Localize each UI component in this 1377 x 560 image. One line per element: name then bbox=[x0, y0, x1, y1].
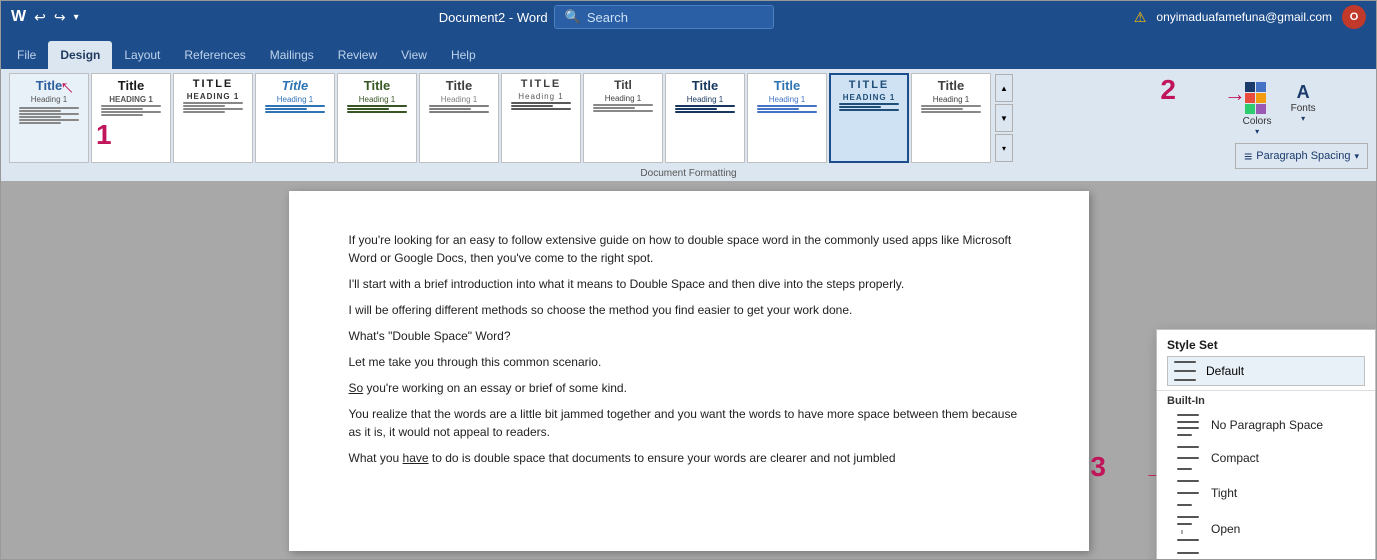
user-avatar: O bbox=[1342, 5, 1366, 29]
style-item-2[interactable]: TITLE HEADING 1 bbox=[173, 73, 253, 163]
color-swatch-4 bbox=[1256, 93, 1266, 103]
para-item-relaxed[interactable]: Relaxed bbox=[1167, 547, 1365, 560]
open-icon bbox=[1177, 516, 1201, 542]
ribbon-extras: Colors ▾ A Fonts ▾ ≡ Paragraph Spacing ▾ bbox=[1235, 73, 1368, 169]
fonts-button[interactable]: A Fonts ▾ bbox=[1281, 77, 1325, 137]
warning-icon: ⚠ bbox=[1134, 9, 1147, 26]
style-gallery: Title Heading 1 Title HEADING 1 TITLE HE… bbox=[9, 73, 1231, 163]
title-bar-left: W ↩ ↪ ▾ bbox=[11, 8, 79, 26]
style-item-3[interactable]: Title Heading 1 bbox=[255, 73, 335, 163]
main-area: If you're looking for an easy to follow … bbox=[1, 181, 1376, 560]
gallery-scroll-down[interactable]: ▼ bbox=[995, 104, 1013, 132]
colors-fonts-row: Colors ▾ A Fonts ▾ bbox=[1235, 77, 1325, 137]
doc-para-4: Let me take you through this common scen… bbox=[349, 353, 1029, 371]
color-swatch-2 bbox=[1256, 82, 1266, 92]
tab-help[interactable]: Help bbox=[439, 41, 488, 69]
para-spacing-icon: ≡ bbox=[1244, 148, 1252, 164]
tab-design[interactable]: Design bbox=[48, 41, 112, 69]
quick-access-redo[interactable]: ↪ bbox=[54, 9, 66, 26]
style-item-7[interactable]: Titl Heading 1 bbox=[583, 73, 663, 163]
style-set-label: Style Set bbox=[1167, 338, 1365, 352]
tab-file[interactable]: File bbox=[5, 41, 48, 69]
word-icon: W bbox=[11, 8, 26, 26]
search-icon: 🔍 bbox=[565, 9, 581, 25]
tab-review[interactable]: Review bbox=[326, 41, 389, 69]
style-item-9[interactable]: Title Heading 1 bbox=[747, 73, 827, 163]
colors-chevron: ▾ bbox=[1255, 127, 1259, 136]
compact-label: Compact bbox=[1211, 451, 1259, 465]
annotation-badge-3: 3 bbox=[1090, 451, 1106, 483]
search-placeholder: Search bbox=[587, 10, 628, 25]
gallery-expand[interactable]: ▾ bbox=[995, 134, 1013, 162]
color-swatch-6 bbox=[1256, 104, 1266, 114]
para-item-tight[interactable]: Tight bbox=[1167, 475, 1365, 511]
style-item-6[interactable]: TITLE Heading 1 bbox=[501, 73, 581, 163]
style-item-1[interactable]: Title HEADING 1 bbox=[91, 73, 171, 163]
doc-para-0: If you're looking for an easy to follow … bbox=[349, 231, 1029, 267]
paragraph-spacing-dropdown: Style Set Default Built-In bbox=[1156, 329, 1376, 560]
doc-para-3: What's "Double Space" Word? bbox=[349, 327, 1029, 345]
para-spacing-label: Paragraph Spacing bbox=[1256, 150, 1350, 162]
doc-para-1: I'll start with a brief introduction int… bbox=[349, 275, 1029, 293]
title-bar-right: ⚠ onyimaduafamefuna@gmail.com O bbox=[1134, 5, 1366, 29]
tab-references[interactable]: References bbox=[172, 41, 257, 69]
doc-underline-have: have bbox=[403, 451, 429, 465]
colors-swatch-group bbox=[1245, 82, 1269, 114]
dropdown-header: Style Set Default bbox=[1157, 330, 1375, 390]
style-item-8[interactable]: Title Heading 1 bbox=[665, 73, 745, 163]
tab-mailings[interactable]: Mailings bbox=[258, 41, 326, 69]
colors-button[interactable]: Colors ▾ bbox=[1235, 77, 1279, 137]
user-email: onyimaduafamefuna@gmail.com bbox=[1156, 10, 1332, 24]
quick-access-undo[interactable]: ↩ bbox=[34, 9, 46, 26]
fonts-chevron: ▾ bbox=[1301, 114, 1305, 123]
color-swatch-3 bbox=[1245, 93, 1255, 103]
app-title: Document2 - Word bbox=[439, 10, 548, 25]
default-option[interactable]: Default bbox=[1167, 356, 1365, 386]
fonts-icon: A bbox=[1297, 82, 1310, 103]
title-bar-center: Document2 - Word 🔍 Search bbox=[79, 5, 1134, 29]
document-formatting-label: Document Formatting bbox=[640, 168, 736, 179]
gallery-scroll: ▲ ▼ ▾ bbox=[995, 74, 1013, 162]
word-window: W ↩ ↪ ▾ Document2 - Word 🔍 Search ⚠ onyi… bbox=[0, 0, 1377, 560]
no-para-space-icon bbox=[1177, 414, 1201, 436]
gallery-scroll-up[interactable]: ▲ bbox=[995, 74, 1013, 102]
style-item-0[interactable]: Title Heading 1 bbox=[9, 73, 89, 163]
doc-para-7: What you have to do is double space that… bbox=[349, 449, 1029, 467]
title-bar: W ↩ ↪ ▾ Document2 - Word 🔍 Search ⚠ onyi… bbox=[1, 1, 1376, 33]
built-in-section: Built-In No Paragraph Space bbox=[1157, 391, 1375, 560]
tight-icon bbox=[1177, 480, 1201, 506]
fonts-label: Fonts bbox=[1291, 103, 1316, 114]
doc-para-5: So you're working on an essay or brief o… bbox=[349, 379, 1029, 397]
doc-para-2: I will be offering different methods so … bbox=[349, 301, 1029, 319]
style-item-10[interactable]: TITLE HEADING 1 bbox=[829, 73, 909, 163]
ribbon-tabs: File Design Layout References Mailings R… bbox=[1, 33, 1376, 69]
open-label: Open bbox=[1211, 522, 1240, 536]
default-label: Default bbox=[1206, 364, 1244, 378]
doc-para-6: You realize that the words are a little … bbox=[349, 405, 1029, 441]
tab-view[interactable]: View bbox=[389, 41, 439, 69]
no-para-space-label: No Paragraph Space bbox=[1211, 418, 1323, 432]
ribbon-content: Title Heading 1 Title HEADING 1 TITLE HE… bbox=[1, 69, 1376, 181]
para-spacing-chevron: ▾ bbox=[1354, 151, 1359, 162]
style-item-11[interactable]: Title Heading 1 bbox=[911, 73, 991, 163]
colors-label: Colors bbox=[1243, 116, 1272, 127]
search-box[interactable]: 🔍 Search bbox=[554, 5, 774, 29]
style-item-4[interactable]: Title Heading 1 bbox=[337, 73, 417, 163]
built-in-label: Built-In bbox=[1167, 395, 1365, 407]
para-item-compact[interactable]: Compact bbox=[1167, 441, 1365, 475]
doc-page: If you're looking for an easy to follow … bbox=[289, 191, 1089, 551]
default-icon bbox=[1174, 361, 1198, 381]
color-swatch-1 bbox=[1245, 82, 1255, 92]
relaxed-icon bbox=[1177, 552, 1201, 560]
color-swatch-5 bbox=[1245, 104, 1255, 114]
para-item-no-paragraph-space[interactable]: No Paragraph Space bbox=[1167, 409, 1365, 441]
para-item-open[interactable]: Open bbox=[1167, 511, 1365, 547]
compact-icon bbox=[1177, 446, 1201, 470]
tight-label: Tight bbox=[1211, 486, 1237, 500]
tab-layout[interactable]: Layout bbox=[112, 41, 172, 69]
paragraph-spacing-button[interactable]: ≡ Paragraph Spacing ▾ bbox=[1235, 143, 1368, 169]
style-item-5[interactable]: Title Heading 1 bbox=[419, 73, 499, 163]
doc-underline-so: So bbox=[349, 381, 364, 395]
